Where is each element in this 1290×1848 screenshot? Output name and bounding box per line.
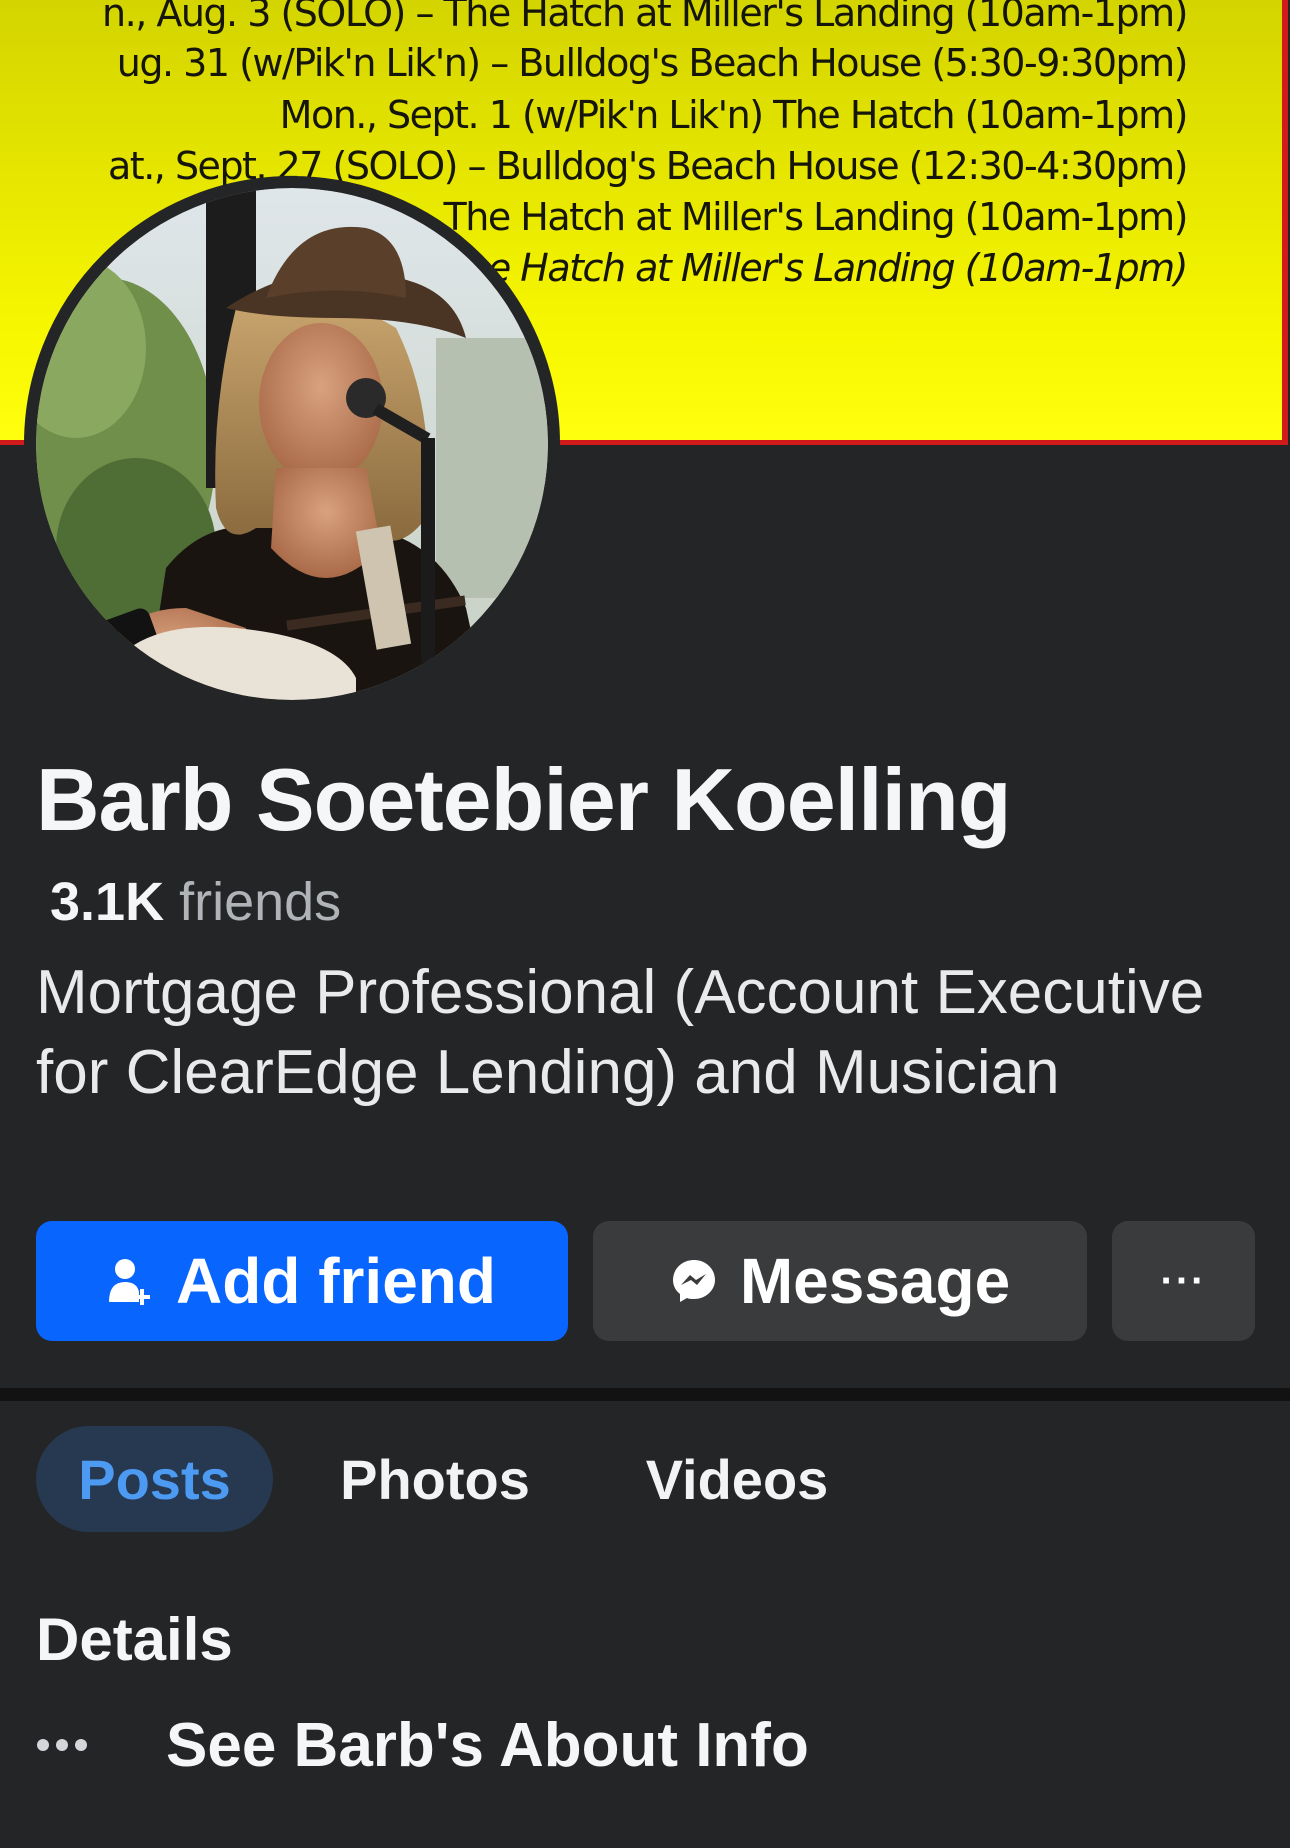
add-friend-label: Add friend bbox=[176, 1245, 496, 1317]
avatar-photo bbox=[36, 188, 548, 700]
add-friend-button[interactable]: Add friend bbox=[36, 1221, 568, 1341]
message-label: Message bbox=[739, 1245, 1011, 1317]
messenger-icon bbox=[670, 1257, 718, 1305]
details-heading: Details bbox=[36, 1606, 233, 1673]
profile-name: Barb Soetebier Koelling bbox=[36, 750, 1012, 849]
friend-count-label: friends bbox=[179, 872, 342, 932]
friend-count[interactable]: 3.1K friends bbox=[50, 870, 341, 934]
profile-bio: Mortgage Professional (Account Executive… bbox=[36, 958, 1205, 1107]
more-horizontal-icon bbox=[36, 1738, 94, 1752]
more-options-button[interactable]: ··· bbox=[1112, 1221, 1255, 1341]
tab-posts[interactable]: Posts bbox=[36, 1426, 273, 1532]
tab-videos[interactable]: Videos bbox=[612, 1426, 862, 1532]
see-about-info-link[interactable]: See Barb's About Info bbox=[36, 1700, 809, 1790]
friend-count-value: 3.1K bbox=[50, 872, 165, 932]
person-plus-icon bbox=[108, 1256, 154, 1306]
schedule-line: n., Aug. 3 (SOLO) – The Hatch at Miller'… bbox=[102, 0, 1188, 35]
more-horizontal-icon: ··· bbox=[1160, 1258, 1207, 1303]
schedule-line: ug. 31 (w/Pik'n Lik'n) – Bulldog's Beach… bbox=[116, 41, 1189, 85]
see-about-info-label: See Barb's About Info bbox=[166, 1710, 809, 1780]
schedule-line: Mon., Sept. 1 (w/Pik'n Lik'n) The Hatch … bbox=[279, 93, 1189, 137]
section-divider bbox=[0, 1388, 1290, 1401]
tab-photos[interactable]: Photos bbox=[310, 1426, 560, 1532]
profile-avatar[interactable] bbox=[24, 176, 560, 712]
message-button[interactable]: Message bbox=[593, 1221, 1087, 1341]
